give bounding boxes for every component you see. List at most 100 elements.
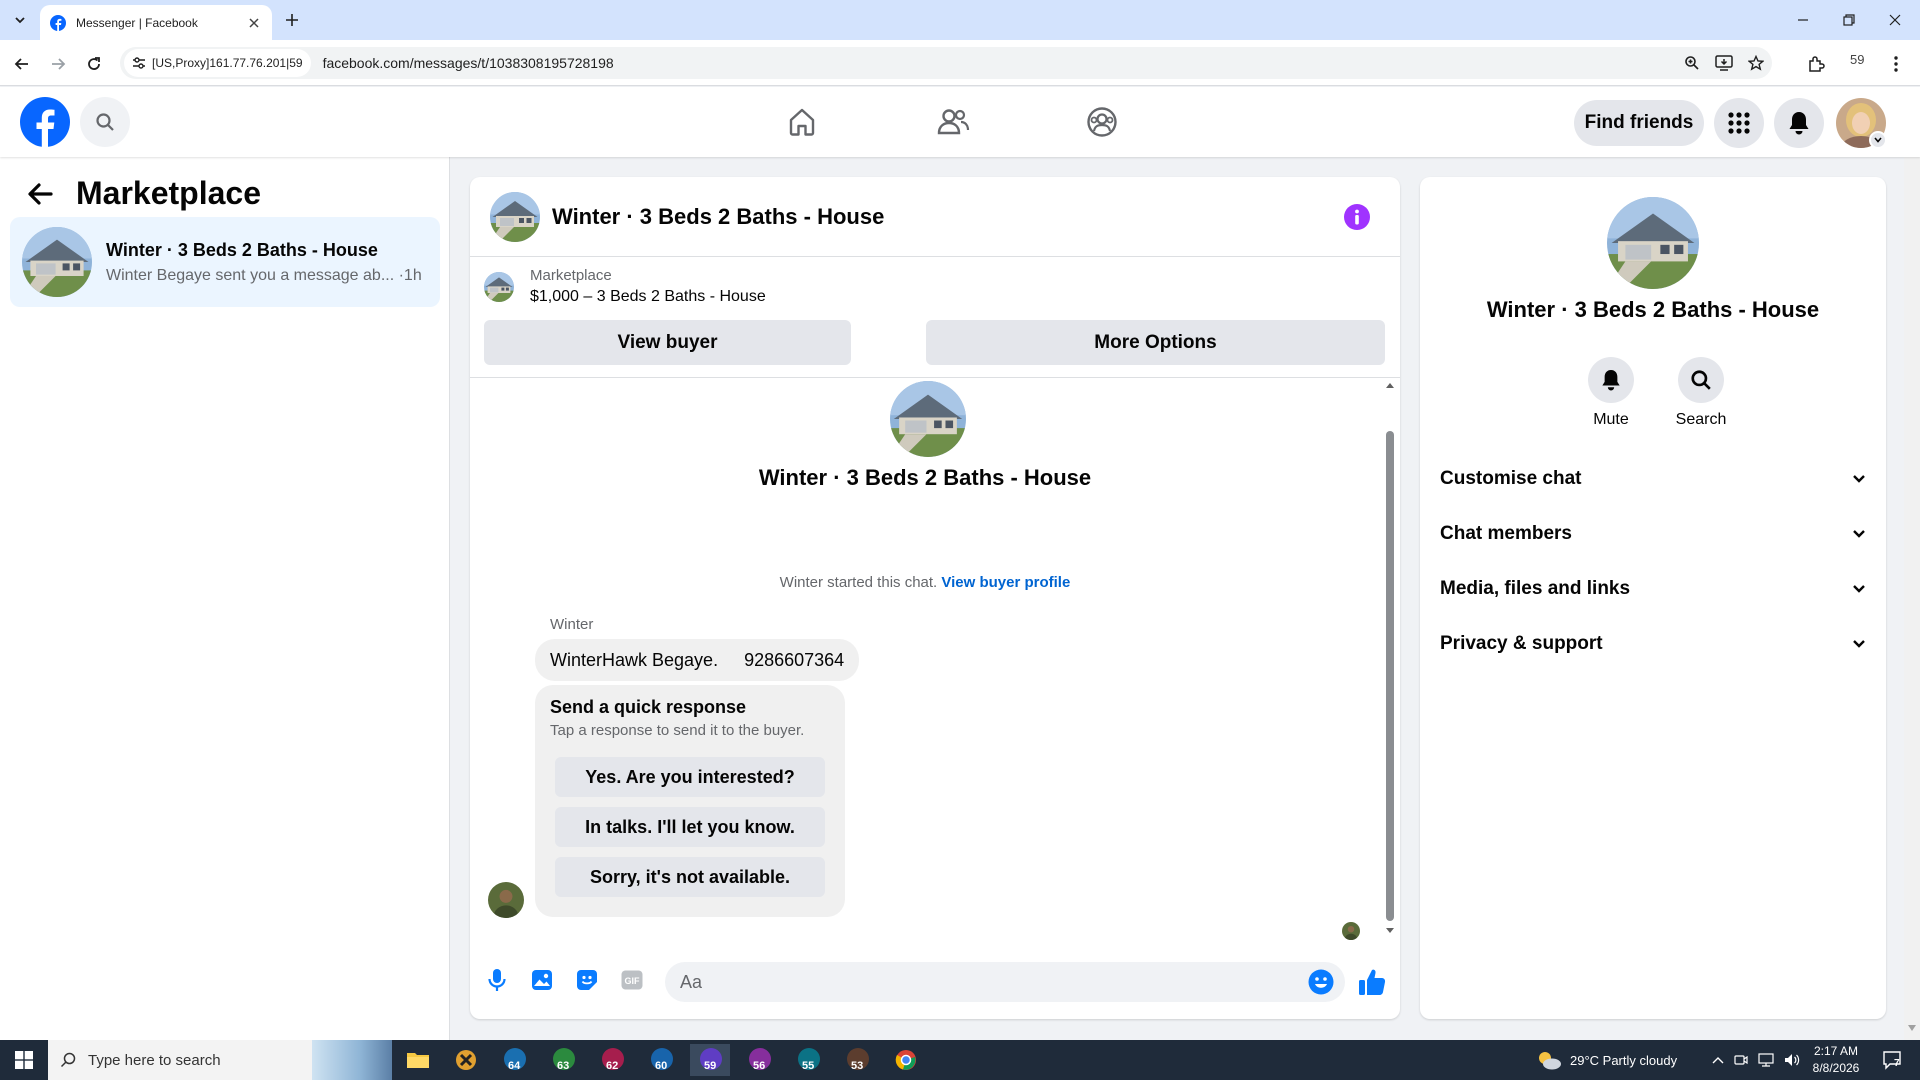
emoji-icon[interactable] bbox=[1308, 969, 1334, 995]
quick-response-option[interactable]: Yes. Are you interested? bbox=[555, 757, 825, 797]
minimize-window-icon[interactable] bbox=[1780, 0, 1826, 40]
scroll-down-icon[interactable] bbox=[1385, 927, 1395, 935]
url-text[interactable]: facebook.com/messages/t/1038308195728198 bbox=[323, 55, 614, 71]
facebook-favicon-icon bbox=[50, 14, 66, 31]
clock-time: 2:17 AM bbox=[1813, 1044, 1859, 1058]
thumbs-up-icon[interactable] bbox=[1356, 966, 1388, 998]
close-tab-icon[interactable] bbox=[246, 15, 262, 31]
account-chevron-icon[interactable] bbox=[1869, 131, 1887, 149]
conversation-item[interactable]: Winter · 3 Beds 2 Baths - House Winter B… bbox=[10, 217, 440, 307]
reload-icon[interactable] bbox=[82, 52, 106, 76]
chat-members-section[interactable]: Chat members bbox=[1440, 512, 1866, 556]
quick-response-option[interactable]: Sorry, it's not available. bbox=[555, 857, 825, 897]
chat-header-thumbnail[interactable] bbox=[490, 192, 540, 242]
voice-clip-icon[interactable] bbox=[482, 965, 512, 995]
forward-icon[interactable] bbox=[46, 52, 70, 76]
chat-title[interactable]: Winter · 3 Beds 2 Baths - House bbox=[552, 204, 884, 230]
groups-nav-icon[interactable] bbox=[1078, 101, 1126, 143]
taskbar-app-64[interactable]: 64 bbox=[494, 1044, 534, 1076]
page-scrollbar[interactable] bbox=[1904, 87, 1920, 1040]
weather-text: 29°C Partly cloudy bbox=[1570, 1052, 1678, 1068]
scrollbar-thumb[interactable] bbox=[1386, 431, 1394, 921]
search-in-chat-button[interactable]: Search bbox=[1671, 357, 1731, 429]
sender-avatar[interactable] bbox=[488, 882, 524, 918]
privacy-support-section[interactable]: Privacy & support bbox=[1440, 622, 1866, 666]
home-nav-icon[interactable] bbox=[778, 101, 826, 143]
chevron-down-icon bbox=[1853, 475, 1865, 483]
friends-nav-icon[interactable] bbox=[929, 101, 977, 143]
system-tray bbox=[1712, 1040, 1800, 1080]
view-buyer-button[interactable]: View buyer bbox=[484, 320, 851, 365]
message-scrollbar[interactable] bbox=[1384, 381, 1396, 937]
app-x-icon[interactable] bbox=[446, 1044, 486, 1076]
more-options-button[interactable]: More Options bbox=[926, 320, 1385, 365]
new-tab-icon[interactable] bbox=[280, 8, 304, 32]
taskbar-app-60[interactable]: 60 bbox=[641, 1044, 681, 1076]
proxy-label: [US,Proxy]161.77.76.201|59 bbox=[152, 56, 303, 70]
tab-search-dropdown-icon[interactable] bbox=[8, 8, 32, 32]
message-bubble[interactable]: WinterHawk Begaye. 9286607364 bbox=[535, 639, 860, 681]
browser-menu-icon[interactable] bbox=[1884, 52, 1908, 76]
browser-tab-messenger[interactable]: Messenger | Facebook bbox=[40, 5, 272, 40]
taskbar-app-62[interactable]: 62 bbox=[592, 1044, 632, 1076]
extensions-puzzle-icon[interactable] bbox=[1804, 52, 1828, 76]
find-friends-button[interactable]: Find friends bbox=[1574, 100, 1704, 146]
facebook-search-button[interactable] bbox=[80, 97, 130, 147]
message-phone-number: 9286607364 bbox=[744, 649, 845, 670]
attach-photo-icon[interactable] bbox=[527, 965, 557, 995]
weather-widget[interactable]: 29°C Partly cloudy bbox=[1536, 1040, 1677, 1080]
mute-button[interactable]: Mute bbox=[1581, 357, 1641, 429]
restore-window-icon[interactable] bbox=[1826, 0, 1872, 40]
info-icon[interactable] bbox=[1344, 204, 1370, 230]
marketplace-conversation-list: Marketplace Winter · 3 Beds 2 Baths - Ho… bbox=[0, 157, 450, 1040]
taskbar-search-placeholder: Type here to search bbox=[88, 1051, 221, 1069]
chat-started-text: Winter started this chat. bbox=[779, 574, 938, 591]
zoom-icon[interactable] bbox=[1680, 51, 1704, 75]
chevron-up-icon[interactable] bbox=[1712, 1056, 1724, 1064]
chat-started-notice: Winter started this chat. View buyer pro… bbox=[470, 574, 1380, 591]
notification-center-icon[interactable]: 7 bbox=[1880, 1048, 1904, 1072]
listing-thumbnail bbox=[22, 227, 92, 297]
facebook-logo-icon[interactable] bbox=[20, 97, 70, 147]
network-icon[interactable] bbox=[1758, 1053, 1774, 1067]
install-app-icon[interactable] bbox=[1712, 51, 1736, 75]
search-highlight-image bbox=[312, 1040, 392, 1080]
tune-icon bbox=[133, 57, 145, 69]
scroll-up-icon[interactable] bbox=[1385, 381, 1395, 389]
view-buyer-profile-link[interactable]: View buyer profile bbox=[941, 574, 1070, 591]
close-window-icon[interactable] bbox=[1872, 0, 1918, 40]
message-input[interactable] bbox=[665, 962, 1345, 1002]
listing-small-thumbnail bbox=[484, 272, 514, 302]
quick-response-option[interactable]: In talks. I'll let you know. bbox=[555, 807, 825, 847]
listing-summary[interactable]: Marketplace $1,000 – 3 Beds 2 Baths - Ho… bbox=[484, 267, 766, 306]
taskbar-app-63[interactable]: 63 bbox=[543, 1044, 583, 1076]
notifications-button[interactable] bbox=[1774, 98, 1824, 148]
meet-now-icon[interactable] bbox=[1734, 1053, 1748, 1067]
section-label: Privacy & support bbox=[1440, 633, 1603, 654]
taskbar-app-53[interactable]: 53 bbox=[837, 1044, 877, 1076]
media-files-links-section[interactable]: Media, files and links bbox=[1440, 567, 1866, 611]
message-sender-name: Winter bbox=[550, 616, 594, 633]
notification-count: 7 bbox=[1894, 1058, 1900, 1069]
menu-grid-button[interactable] bbox=[1714, 98, 1764, 148]
taskbar-app-56[interactable]: 56 bbox=[739, 1044, 779, 1076]
chat-details-panel: Winter · 3 Beds 2 Baths - House Mute Sea… bbox=[1420, 177, 1886, 1019]
taskbar-app-59[interactable]: 59 bbox=[690, 1044, 730, 1076]
taskbar-app-55[interactable]: 55 bbox=[788, 1044, 828, 1076]
taskbar-search-box[interactable]: Type here to search bbox=[48, 1040, 392, 1080]
file-explorer-icon[interactable] bbox=[398, 1044, 438, 1076]
taskbar-clock[interactable]: 2:17 AM 8/8/2026 bbox=[1794, 1043, 1878, 1077]
site-info-chip[interactable]: [US,Proxy]161.77.76.201|59 bbox=[124, 49, 311, 77]
back-icon[interactable] bbox=[10, 52, 34, 76]
gif-icon[interactable]: GIF bbox=[617, 965, 647, 995]
back-arrow-icon[interactable] bbox=[24, 178, 56, 210]
chevron-down-icon bbox=[1853, 640, 1865, 648]
customise-chat-section[interactable]: Customise chat bbox=[1440, 457, 1866, 501]
sticker-icon[interactable] bbox=[572, 965, 602, 995]
windows-start-icon[interactable] bbox=[0, 1040, 48, 1080]
listing-source: Marketplace bbox=[530, 267, 612, 284]
sidebar-title: Marketplace bbox=[76, 175, 261, 211]
omnibox[interactable]: [US,Proxy]161.77.76.201|59 facebook.com/… bbox=[120, 47, 1772, 79]
bookmark-star-icon[interactable] bbox=[1744, 51, 1768, 75]
chrome-icon[interactable] bbox=[886, 1044, 926, 1076]
